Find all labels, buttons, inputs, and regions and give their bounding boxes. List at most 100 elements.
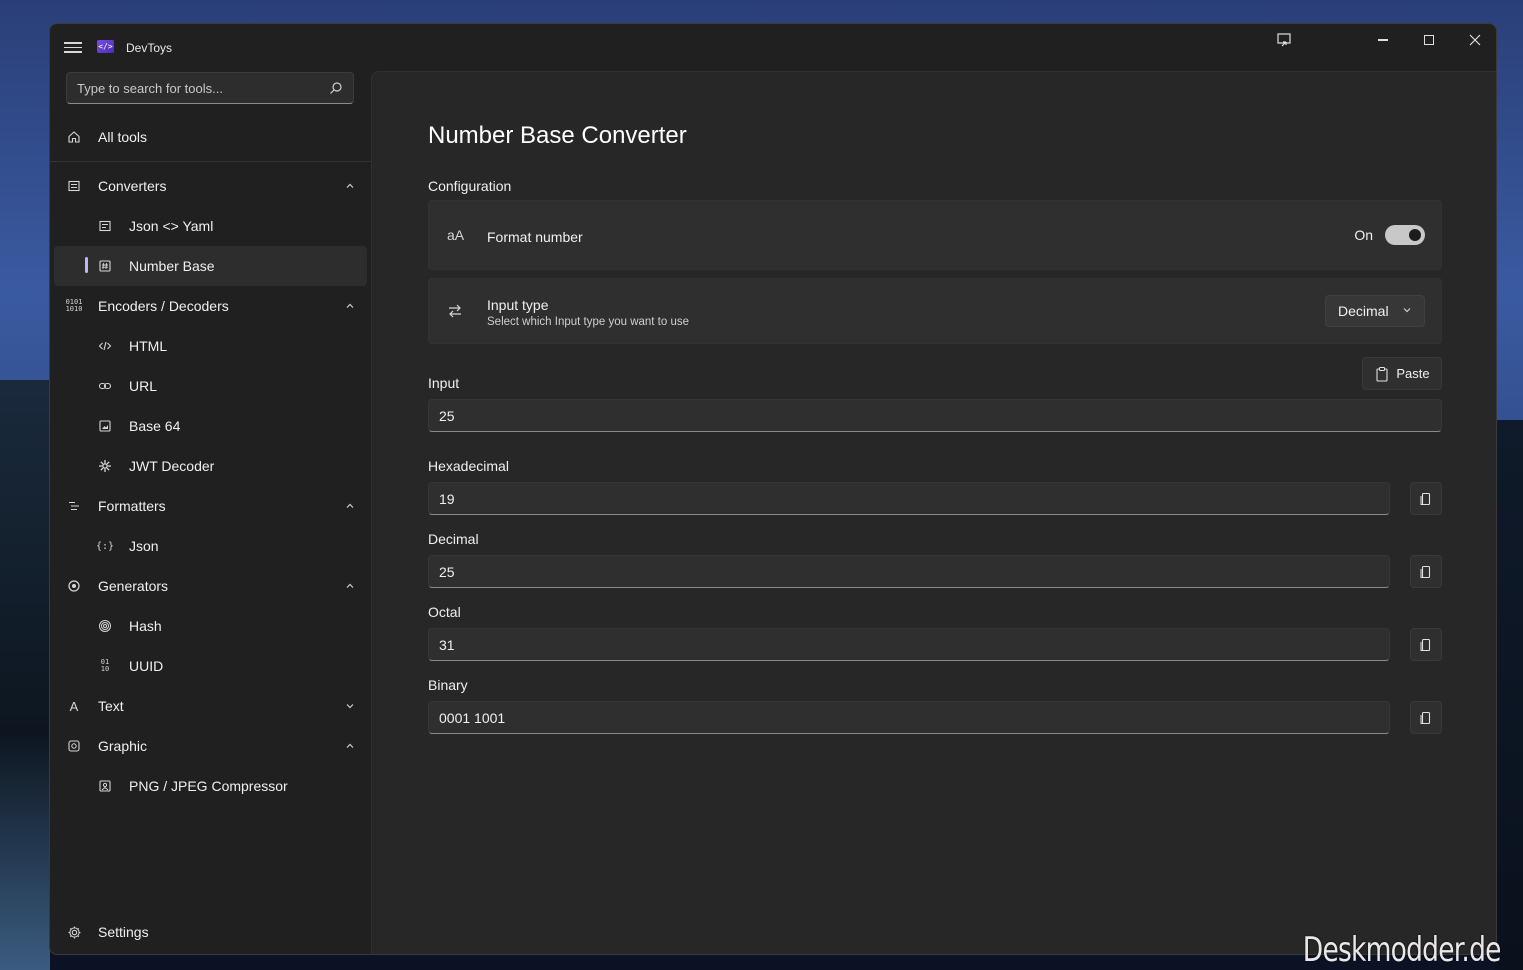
octal-field [428,628,1390,661]
hexadecimal-output[interactable] [429,483,1389,514]
sidebar-item-label: All tools [98,129,148,145]
binary-output[interactable] [429,702,1389,733]
chevron-up-icon[interactable] [345,501,355,511]
home-icon [66,129,82,145]
sidebar-item-png-jpeg-compressor[interactable]: PNG / JPEG Compressor [50,766,371,806]
chevron-up-icon[interactable] [345,301,355,311]
chevron-up-icon[interactable] [345,181,355,191]
copy-icon [1420,565,1431,578]
sidebar-item-label: Settings [98,924,149,940]
sidebar-nav: All tools Converters Json <> Yaml Number… [50,117,371,806]
graphic-icon [66,738,82,754]
format-number-toggle[interactable] [1385,225,1425,245]
copy-icon [1420,711,1431,724]
copy-octal-button[interactable] [1410,628,1442,661]
chevron-down-icon[interactable] [345,701,355,711]
sidebar-item-json[interactable]: {:} Json [50,526,371,566]
sidebar-group-label: Graphic [98,738,148,754]
maximize-icon [1424,35,1434,45]
format-number-toggle-group: On [1354,225,1425,245]
sidebar-item-label: UUID [129,658,164,674]
sidebar-item-base64[interactable]: Base 64 [50,406,371,446]
maximize-button[interactable] [1406,24,1452,56]
input-type-dropdown[interactable]: Decimal [1325,295,1425,327]
clipboard-icon [1376,366,1388,382]
jwt-icon [97,458,113,474]
format-number-title: Format number [487,229,583,245]
sidebar-group-label: Converters [98,178,167,194]
sidebar-item-label: Json <> Yaml [129,218,214,234]
fingerprint-icon [97,618,113,634]
sidebar-item-label: JWT Decoder [129,458,215,474]
input-type-card: Input type Select which Input type you w… [428,278,1442,344]
binary-field [428,701,1390,734]
app-title: DevToys [126,41,173,55]
paste-button[interactable]: Paste [1362,357,1442,390]
sidebar-item-number-base[interactable]: Number Base [54,246,367,286]
sidebar-item-html[interactable]: HTML [50,326,371,366]
compact-overlay-button[interactable] [1261,24,1307,56]
font-size-icon: aA [447,227,465,243]
sidebar-group-converters[interactable]: Converters [50,166,371,206]
sidebar-group-generators[interactable]: Generators [50,566,371,606]
sidebar-group-encoders-decoders[interactable]: 0101 1010 Encoders / Decoders [50,286,371,326]
sidebar-item-label: Json [129,538,159,554]
image-file-icon [97,418,113,434]
chevron-down-icon [1402,305,1412,318]
link-icon [97,378,113,394]
configuration-label: Configuration [428,178,512,194]
minimize-icon [1378,39,1388,41]
sidebar-item-label: Number Base [129,258,215,274]
paste-label: Paste [1396,366,1430,381]
copy-decimal-button[interactable] [1410,555,1442,588]
devtoys-window: </> DevToys All tools [49,23,1497,955]
generators-icon [66,578,82,594]
sidebar-item-hash[interactable]: Hash [50,606,371,646]
text-icon: A [69,698,79,714]
search-icon[interactable] [329,81,343,95]
decimal-output[interactable] [429,556,1389,587]
input-textbox[interactable] [429,400,1441,431]
formatters-icon [66,498,82,514]
sidebar-group-label: Formatters [98,498,166,514]
sidebar-item-all-tools[interactable]: All tools [50,117,371,157]
sidebar-group-graphic[interactable]: Graphic [50,726,371,766]
input-field [428,399,1442,432]
chevron-up-icon[interactable] [345,581,355,591]
search-input[interactable] [67,73,317,103]
input-label: Input [428,375,460,391]
uuid-icon: 01 10 [100,658,110,673]
sidebar-item-jwt-decoder[interactable]: JWT Decoder [50,446,371,486]
number-base-icon [97,258,113,274]
sidebar-group-formatters[interactable]: Formatters [50,486,371,526]
sidebar-item-url[interactable]: URL [50,366,371,406]
sidebar-item-settings[interactable]: Settings [50,912,371,952]
sidebar-item-label: Base 64 [129,418,181,434]
braces-icon: {:} [95,540,115,552]
sidebar-item-label: PNG / JPEG Compressor [129,778,288,794]
search-box [66,72,354,104]
json-yaml-icon [97,218,113,234]
compact-overlay-icon [1277,33,1291,47]
chevron-up-icon[interactable] [345,741,355,751]
input-type-description: Select which Input type you want to use [487,316,690,328]
sidebar-group-label: Text [98,698,124,714]
sidebar-item-json-yaml[interactable]: Json <> Yaml [50,206,371,246]
copy-hexadecimal-button[interactable] [1410,482,1442,515]
octal-output[interactable] [429,629,1389,660]
minimize-button[interactable] [1360,24,1406,56]
close-button[interactable] [1452,24,1496,56]
decimal-label: Decimal [428,531,479,547]
octal-label: Octal [428,604,461,620]
selection-indicator [85,257,88,273]
hamburger-menu-icon[interactable] [64,39,82,53]
copy-binary-button[interactable] [1410,701,1442,734]
code-icon [97,338,113,354]
sidebar-divider [50,161,371,162]
sidebar-group-label: Encoders / Decoders [98,298,229,314]
dropdown-selected-value: Decimal [1338,303,1389,319]
sidebar-item-uuid[interactable]: 01 10 UUID [50,646,371,686]
sidebar-group-label: Generators [98,578,169,594]
sidebar-group-text[interactable]: A Text [50,686,371,726]
copy-icon [1420,492,1431,505]
